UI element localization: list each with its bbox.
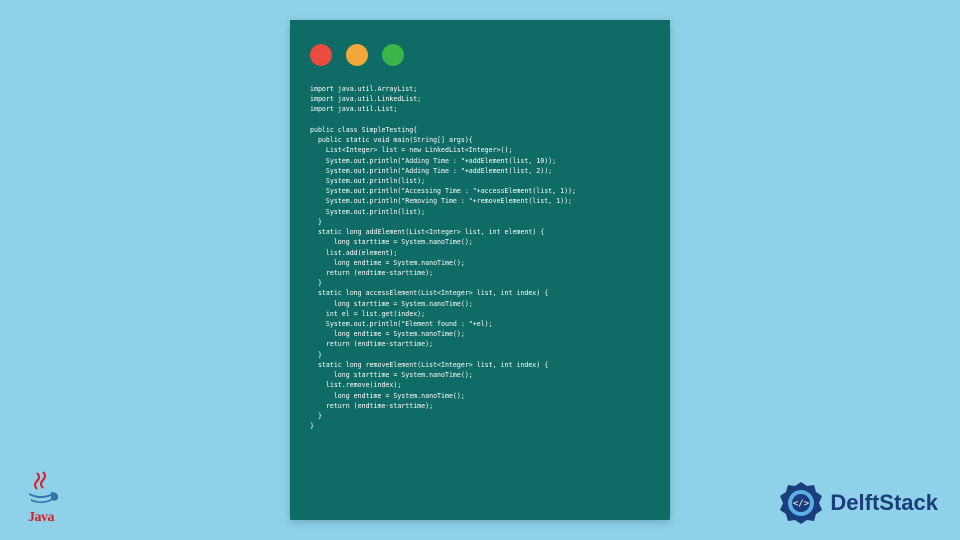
minimize-icon xyxy=(346,44,368,66)
svg-text:</>: </> xyxy=(793,499,810,509)
delftstack-logo-text: DelftStack xyxy=(830,490,938,516)
code-window: import java.util.ArrayList; import java.… xyxy=(290,20,670,520)
code-content: import java.util.ArrayList; import java.… xyxy=(290,76,670,451)
java-cup-icon xyxy=(23,471,59,505)
delftstack-logo: </> DelftStack xyxy=(778,480,938,526)
delftstack-medal-icon: </> xyxy=(778,480,824,526)
java-logo: Java xyxy=(20,471,62,526)
window-controls xyxy=(290,20,670,76)
maximize-icon xyxy=(382,44,404,66)
close-icon xyxy=(310,44,332,66)
java-logo-text: Java xyxy=(20,510,62,526)
